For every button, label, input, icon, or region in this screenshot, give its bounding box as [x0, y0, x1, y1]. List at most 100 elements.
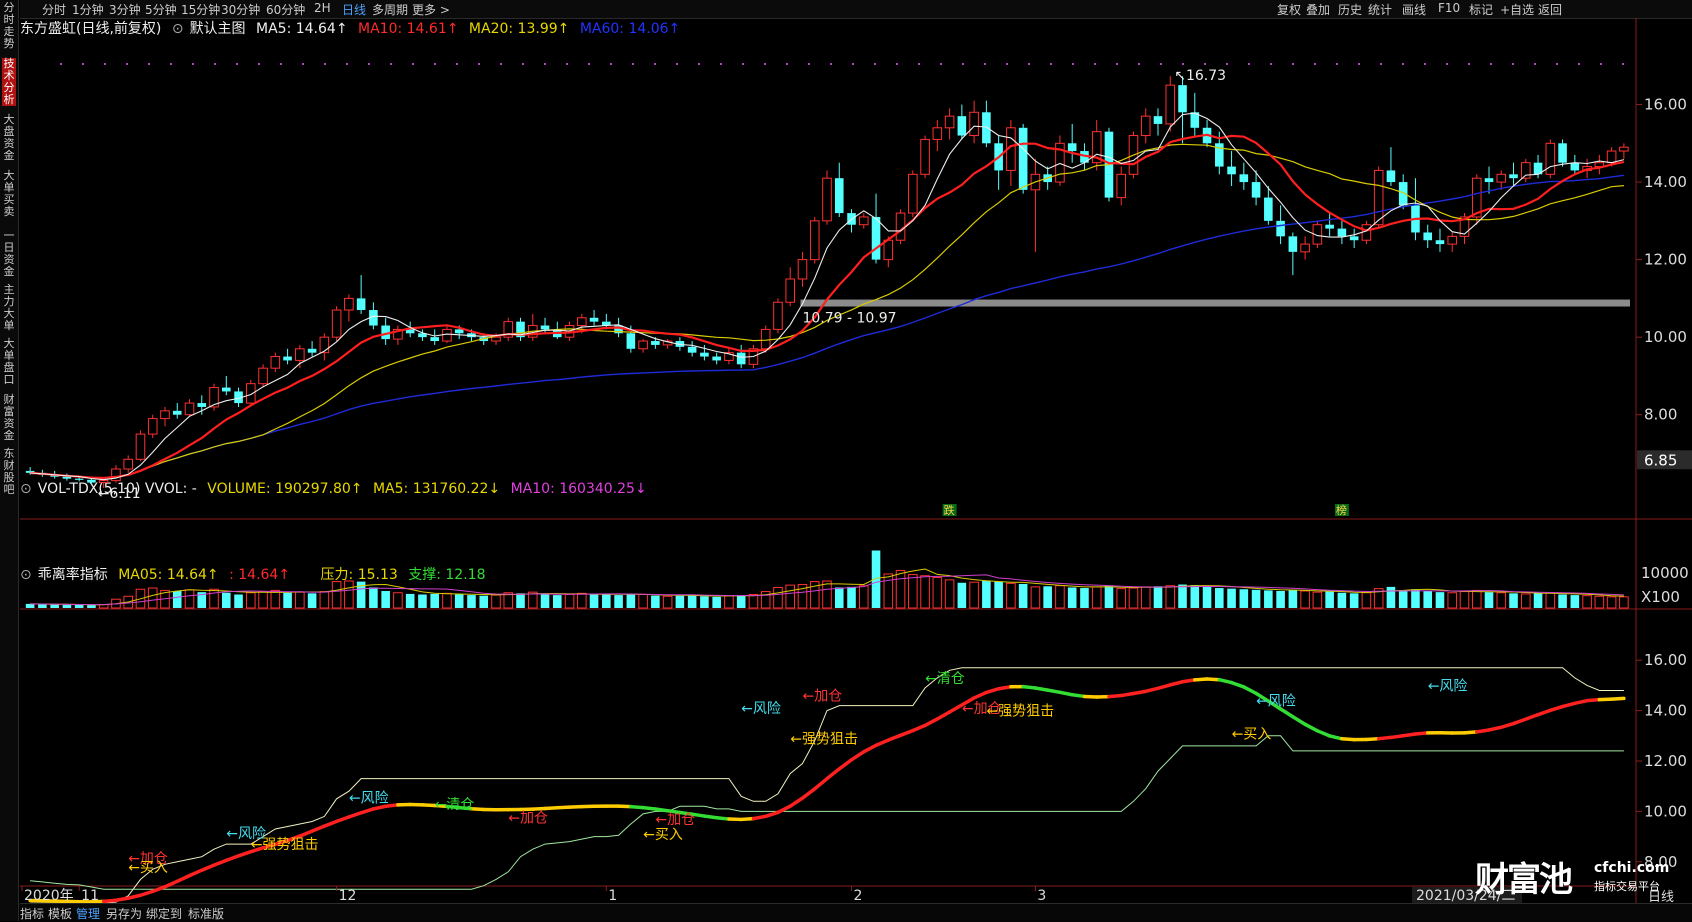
- volume-bar: [87, 605, 96, 608]
- candle-body: [651, 341, 660, 345]
- vol-axis-label-1: X100: [1641, 588, 1680, 606]
- candle-body: [835, 178, 844, 213]
- indicator-segment: [1170, 682, 1182, 685]
- candle-body: [639, 341, 648, 349]
- indicator-segment: [1514, 719, 1526, 723]
- volume-bar: [247, 593, 256, 608]
- indicator-segment: [1464, 732, 1476, 733]
- volume-bar: [492, 595, 501, 608]
- indicator-segment: [1293, 717, 1305, 725]
- indicator-segment: [643, 808, 655, 809]
- candle-body: [810, 221, 819, 260]
- indicator-segment: [557, 807, 569, 808]
- indicator-segment: [1477, 730, 1489, 732]
- bottom-tab-1[interactable]: 模板: [48, 905, 72, 922]
- volume-bar: [1595, 596, 1604, 608]
- candle-body: [933, 128, 942, 140]
- candle-body: [945, 116, 954, 128]
- volume-bar: [222, 593, 231, 608]
- x-axis-label-0: 2020年: [24, 888, 74, 904]
- bottom-tab-3[interactable]: 另存为: [106, 905, 142, 922]
- x-axis-label-2: 12: [339, 888, 357, 904]
- volume-bar: [296, 592, 305, 608]
- candle-body: [1558, 143, 1567, 162]
- indicator-segment: [1048, 690, 1060, 692]
- indicator-segment: [937, 712, 949, 719]
- bottom-tab-4[interactable]: 绑定到: [146, 905, 182, 922]
- volume-bar: [1571, 595, 1580, 608]
- low-annotation: ←6.11: [98, 486, 141, 502]
- volume-bar: [700, 596, 709, 608]
- gap-band: [800, 300, 1630, 307]
- candle-body: [1325, 225, 1334, 229]
- candle-body: [148, 419, 157, 435]
- volume-bar: [1019, 584, 1028, 608]
- volume-bar: [712, 597, 721, 608]
- volume-bar: [516, 593, 525, 608]
- indicator-segment: [864, 745, 876, 752]
- volume-bar: [958, 583, 967, 608]
- kline-chart[interactable]: ↖16.73←6.1110.79 - 10.97跌榜 ←加仓←买入←风险←强势狙…: [0, 0, 1692, 921]
- volume-bar: [1301, 591, 1310, 608]
- indicator-segment: [815, 779, 827, 789]
- candle-body: [982, 112, 991, 143]
- vol-axis-label-0: 10000: [1641, 564, 1689, 582]
- volume-bar: [1485, 592, 1494, 608]
- candle-body: [283, 357, 292, 361]
- bottom-tab-5[interactable]: 标准版: [188, 905, 224, 922]
- candle-body: [124, 459, 133, 469]
- volume-bar: [590, 594, 599, 608]
- ma5-line: [30, 113, 1624, 480]
- candle-body: [921, 139, 930, 174]
- indicator-segment: [422, 805, 434, 806]
- candle-body: [1350, 236, 1359, 240]
- indicator-segment: [1158, 685, 1170, 688]
- candle-body: [308, 349, 317, 353]
- candle-body: [1448, 236, 1457, 244]
- indicator-segment: [1207, 679, 1219, 680]
- candle-body: [1423, 232, 1432, 240]
- volume-bar: [1436, 592, 1445, 608]
- candle-body: [345, 298, 354, 310]
- bottom-tab-0[interactable]: 指标: [20, 905, 44, 922]
- indicator-segment: [104, 900, 116, 901]
- indicator-signal-7: ←加仓: [655, 812, 695, 828]
- indicator-segment: [300, 831, 312, 836]
- volume-bar: [345, 581, 354, 608]
- indicator-segment: [1379, 737, 1391, 738]
- current-price-label: 6.85: [1644, 451, 1677, 469]
- candle-body: [247, 384, 256, 403]
- candle-body: [1571, 163, 1580, 171]
- indicator-segment: [1330, 736, 1342, 739]
- volume-bar: [1141, 587, 1150, 608]
- candle-body: [737, 353, 746, 365]
- indicator-segment: [790, 798, 802, 806]
- volume-bar: [1497, 593, 1506, 608]
- brand-logo: 财富池: [1475, 852, 1571, 901]
- candle-body: [823, 178, 832, 221]
- candle-body: [1240, 174, 1249, 182]
- volume-bar: [173, 591, 182, 608]
- volume-bar: [1509, 593, 1518, 608]
- volume-bar: [1411, 589, 1420, 608]
- volume-bar: [1080, 588, 1089, 608]
- indicator-segment: [766, 812, 778, 816]
- indicator-segment: [128, 895, 140, 898]
- bottom-tab-2[interactable]: 管理: [76, 905, 100, 922]
- indicator-segment: [999, 687, 1011, 689]
- indicator-segment: [570, 807, 582, 808]
- volume-bar: [921, 576, 930, 608]
- indicator-signal-11: ←加仓: [802, 689, 842, 705]
- indicator-segment: [324, 821, 336, 826]
- indicator-segment: [974, 692, 986, 697]
- indicator-signal-1: ←买入: [128, 860, 168, 876]
- indicator-segment: [349, 813, 361, 817]
- indicator-segment: [545, 808, 557, 809]
- volume-bar: [823, 581, 832, 608]
- volume-bar: [369, 587, 378, 608]
- indicator-signal-12: ←清仓: [925, 671, 965, 687]
- candle-body: [761, 329, 770, 348]
- indicator-segment: [214, 860, 226, 865]
- volume-bar: [1227, 589, 1236, 608]
- volume-bar: [945, 580, 954, 608]
